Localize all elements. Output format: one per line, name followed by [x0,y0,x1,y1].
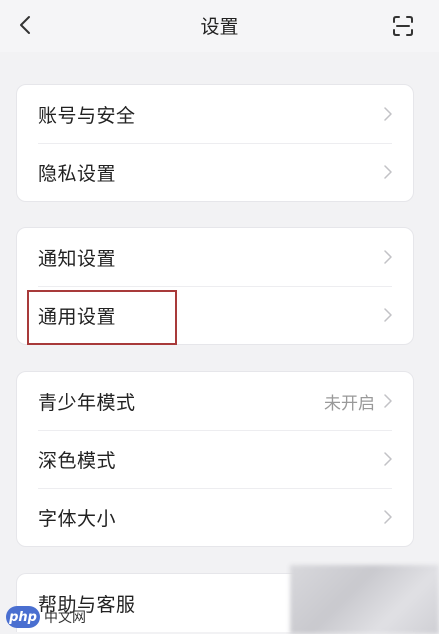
settings-item-value: 未开启 [324,393,375,414]
chevron-right-icon [383,509,393,525]
settings-group-display: 青少年模式 未开启 深色模式 字体大小 [16,371,414,547]
settings-item-font-size[interactable]: 字体大小 [17,488,413,546]
scan-icon[interactable] [391,14,415,38]
settings-item-label: 字体大小 [38,507,117,530]
settings-item-label: 账号与安全 [38,104,136,127]
settings-item-privacy[interactable]: 隐私设置 [17,143,413,201]
settings-item-dark-mode[interactable]: 深色模式 [17,430,413,488]
page-title: 设置 [200,16,239,38]
chevron-right-icon [383,451,393,467]
header-bar: 设置 [0,0,439,52]
settings-item-label: 通知设置 [38,247,117,270]
settings-item-label: 深色模式 [38,449,117,472]
settings-item-label: 青少年模式 [38,391,136,414]
watermark: php 中文网 [0,600,116,634]
watermark-logo: php [6,606,40,628]
settings-item-label: 隐私设置 [38,162,117,185]
settings-item-account-security[interactable]: 账号与安全 [17,85,413,143]
settings-item-notifications[interactable]: 通知设置 [17,228,413,286]
chevron-right-icon [383,307,393,323]
blurred-region [290,565,439,634]
watermark-text: 中文网 [44,610,86,626]
settings-group-account: 账号与安全 隐私设置 [16,84,414,202]
chevron-right-icon [383,393,393,409]
chevron-right-icon [383,249,393,265]
settings-item-teen-mode[interactable]: 青少年模式 未开启 [17,372,413,430]
chevron-right-icon [383,164,393,180]
highlight-box [27,290,177,345]
chevron-right-icon [383,106,393,122]
